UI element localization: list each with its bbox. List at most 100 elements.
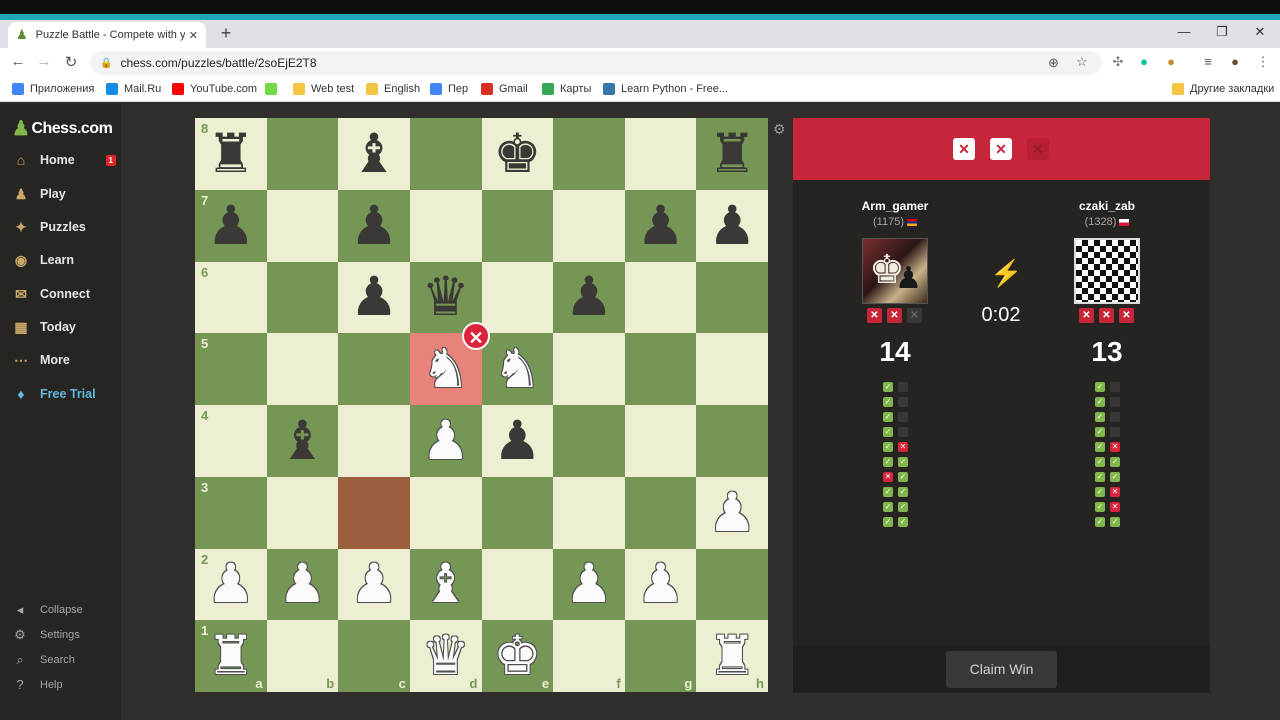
square-f2[interactable]: ♟: [553, 548, 625, 621]
restore-icon[interactable]: ❐: [1210, 24, 1234, 40]
white-pawn-icon[interactable]: ♟: [410, 405, 482, 477]
black-pawn-icon[interactable]: ♟: [553, 262, 625, 334]
square-a4[interactable]: 4: [195, 405, 267, 477]
white-pawn-icon[interactable]: ♟: [553, 549, 625, 621]
sidebar-item-home[interactable]: ⌂ Home 1: [12, 151, 120, 169]
square-c5[interactable]: [338, 333, 410, 405]
square-a7[interactable]: ♟ 7: [195, 189, 267, 262]
board-settings-gear-icon[interactable]: ⚙: [773, 121, 786, 138]
other-bookmarks[interactable]: Другие закладки: [1172, 83, 1274, 95]
square-c3[interactable]: [338, 476, 410, 549]
square-a5[interactable]: 5: [195, 333, 267, 405]
profile-avatar-icon[interactable]: ●: [1226, 54, 1244, 69]
square-f7[interactable]: [553, 189, 625, 262]
square-a3[interactable]: 3: [195, 476, 267, 549]
square-d1[interactable]: ♛ d: [409, 620, 482, 692]
white-pawn-icon[interactable]: ♟: [696, 477, 768, 549]
menu-kebab-icon[interactable]: ⋮: [1254, 54, 1272, 70]
sidebar-item-connect[interactable]: ✉ Connect: [12, 285, 120, 303]
square-f1[interactable]: f: [553, 620, 625, 692]
square-g3[interactable]: [624, 476, 697, 549]
new-tab-icon[interactable]: +: [216, 23, 236, 44]
bookmark-star-icon[interactable]: ☆: [1076, 54, 1088, 70]
chess-board[interactable]: ♜ 8 ♝ ♚ ♜ ♟ 7 ♟ ♟ ♟ 6 ♟ ♛ ♟ 5 ♞ ♞ 4 ♝ ♟ ♟ 3 ♟ ♟ 2 ♟ ♟ ♝ ♟ ♟ ♜ 1 a b c ♛ d ♚ e f…: [195, 118, 768, 692]
bookmark-item[interactable]: YouTube.com: [172, 83, 257, 95]
cookie-icon[interactable]: ●: [1162, 54, 1180, 69]
player1-name[interactable]: Arm_gamer: [835, 199, 955, 213]
square-b6[interactable]: [266, 261, 339, 334]
browser-tab[interactable]: ♟ Puzzle Battle - Compete with you ✕: [8, 22, 206, 48]
bookmark-item[interactable]: Карты: [542, 83, 591, 95]
minimize-icon[interactable]: —: [1172, 24, 1196, 39]
square-d2[interactable]: ♝: [409, 548, 482, 621]
square-e2[interactable]: [481, 548, 554, 621]
square-c2[interactable]: ♟: [338, 548, 410, 621]
square-e8[interactable]: ♚: [481, 118, 554, 190]
square-a2[interactable]: ♟ 2: [195, 548, 267, 621]
black-bishop-icon[interactable]: ♝: [338, 118, 410, 190]
url-field[interactable]: 🔒 chess.com/puzzles/battle/2soEjE2T8 ⊕ ☆: [90, 51, 1102, 75]
square-h4[interactable]: [696, 405, 768, 477]
grammarly-icon[interactable]: ●: [1135, 54, 1153, 69]
square-b4[interactable]: ♝: [266, 405, 339, 477]
square-g4[interactable]: [624, 405, 697, 477]
back-icon[interactable]: ←: [8, 53, 28, 70]
square-e4[interactable]: ♟: [481, 405, 554, 477]
player2-avatar[interactable]: [1074, 238, 1140, 304]
bookmark-item[interactable]: Приложения: [12, 83, 94, 95]
white-pawn-icon[interactable]: ♟: [625, 549, 697, 621]
black-pawn-icon[interactable]: ♟: [625, 190, 697, 262]
bookmark-item[interactable]: [265, 83, 283, 95]
chesscom-logo[interactable]: ♟ Chess.com: [12, 116, 113, 141]
bookmark-item[interactable]: Mail.Ru: [106, 83, 161, 95]
square-b2[interactable]: ♟: [266, 548, 339, 621]
forward-icon[interactable]: →: [34, 53, 54, 70]
square-e1[interactable]: ♚ e: [481, 620, 554, 692]
black-king-icon[interactable]: ♚: [482, 118, 554, 190]
square-f6[interactable]: ♟: [553, 261, 625, 334]
square-d3[interactable]: [409, 476, 482, 549]
square-c6[interactable]: ♟: [338, 261, 410, 334]
black-pawn-icon[interactable]: ♟: [338, 190, 410, 262]
sidebar-item-play[interactable]: ♟ Play: [12, 185, 120, 203]
square-e6[interactable]: [481, 261, 554, 334]
square-c4[interactable]: [338, 405, 410, 477]
sidebar-item-learn[interactable]: ◉ Learn: [12, 251, 120, 269]
sidebar-item-free-trial[interactable]: ♦ Free Trial: [12, 385, 120, 403]
black-pawn-icon[interactable]: ♟: [696, 190, 768, 262]
bookmark-item[interactable]: Gmail: [481, 83, 528, 95]
square-b5[interactable]: [266, 333, 339, 405]
bookmark-item[interactable]: Learn Python - Free...: [603, 83, 728, 95]
square-g7[interactable]: ♟: [624, 189, 697, 262]
media-control-icon[interactable]: ≡: [1199, 54, 1217, 69]
black-rook-icon[interactable]: ♜: [696, 118, 768, 190]
claim-win-button[interactable]: Claim Win: [946, 651, 1057, 688]
white-bishop-icon[interactable]: ♝: [410, 549, 482, 621]
square-f4[interactable]: [553, 405, 625, 477]
square-c7[interactable]: ♟: [338, 189, 410, 262]
square-g6[interactable]: [624, 261, 697, 334]
square-h3[interactable]: ♟: [696, 476, 768, 549]
white-knight-icon[interactable]: ♞: [482, 333, 554, 405]
translate-page-icon[interactable]: ⊕: [1048, 55, 1059, 71]
reload-icon[interactable]: ↻: [61, 53, 81, 71]
sidebar-item-more[interactable]: ⋯ More: [12, 351, 120, 369]
square-h6[interactable]: [696, 261, 768, 334]
black-pawn-icon[interactable]: ♟: [482, 405, 554, 477]
square-g5[interactable]: [624, 333, 697, 405]
player2-name[interactable]: czaki_zab: [1047, 199, 1167, 213]
square-d8[interactable]: [409, 118, 482, 190]
sidebar-bottom-search[interactable]: ⌕ Search: [12, 652, 75, 668]
square-d4[interactable]: ♟: [409, 405, 482, 477]
square-b8[interactable]: [266, 118, 339, 190]
square-b3[interactable]: [266, 476, 339, 549]
bookmark-item[interactable]: Пер: [430, 83, 468, 95]
sidebar-item-today[interactable]: ▦ Today: [12, 318, 120, 336]
square-h2[interactable]: [696, 548, 768, 621]
white-pawn-icon[interactable]: ♟: [267, 549, 339, 621]
square-e5[interactable]: ♞: [481, 333, 554, 405]
sidebar-item-puzzles[interactable]: ✦ Puzzles: [12, 218, 120, 236]
square-f5[interactable]: [553, 333, 625, 405]
square-e7[interactable]: [481, 189, 554, 262]
square-h7[interactable]: ♟: [696, 189, 768, 262]
